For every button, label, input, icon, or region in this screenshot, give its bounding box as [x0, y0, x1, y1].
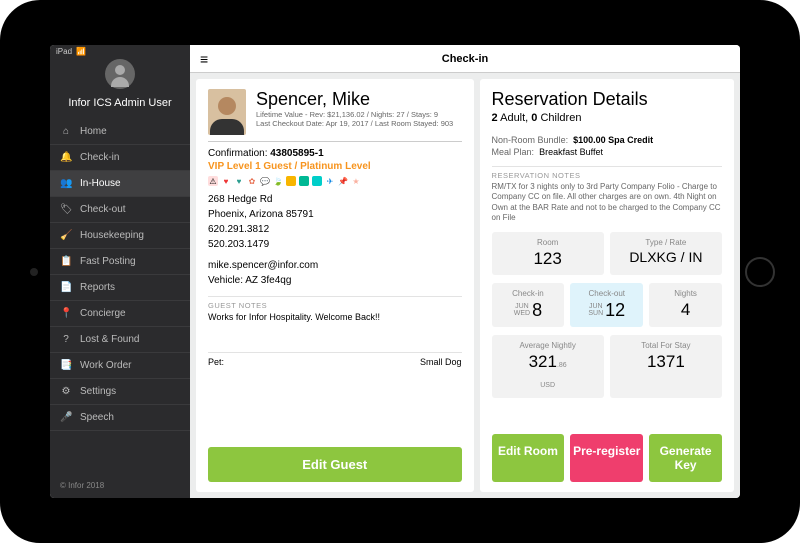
sidebar-item-workorder[interactable]: 📑 Work Order: [50, 353, 190, 379]
sidebar-item-label: Lost & Found: [80, 334, 139, 345]
tile-rate[interactable]: Type / Rate DLXKG / IN: [610, 232, 722, 275]
topbar: ≡ Check-in: [190, 45, 740, 73]
pin-icon: 📍: [60, 308, 72, 319]
ipad-home-button[interactable]: [745, 257, 775, 287]
sidebar-item-label: Speech: [80, 412, 114, 423]
edit-guest-button[interactable]: Edit Guest: [208, 447, 462, 482]
user-name: Infor ICS Admin User: [50, 93, 190, 119]
question-icon: ?: [60, 334, 72, 345]
sidebar-item-settings[interactable]: ⚙ Settings: [50, 379, 190, 405]
alert-icon: ⚠: [208, 176, 218, 186]
mic-icon: 🎤: [60, 412, 72, 423]
guest-vehicle: Vehicle: AZ 3fe4qg: [208, 273, 462, 288]
home-icon: ⌂: [60, 126, 72, 137]
pet-line: Pet:Small Dog: [208, 352, 462, 371]
sidebar-item-label: Reports: [80, 282, 115, 293]
edit-room-button[interactable]: Edit Room: [492, 434, 565, 482]
sidebar-item-lostfound[interactable]: ? Lost & Found: [50, 327, 190, 353]
sidebar-item-fastposting[interactable]: 📋 Fast Posting: [50, 249, 190, 275]
chat-icon: 💬: [260, 176, 270, 186]
tile-nights[interactable]: Nights 4: [649, 283, 722, 327]
sidebar-item-label: Check-out: [80, 204, 126, 215]
menu-icon[interactable]: ≡: [200, 51, 208, 67]
plane-icon: ✈: [325, 176, 335, 186]
guest-last: Last Checkout Date: Apr 19, 2017 / Last …: [256, 119, 462, 128]
sidebar-item-housekeeping[interactable]: 🧹 Housekeeping: [50, 223, 190, 249]
sidebar-item-reports[interactable]: 📄 Reports: [50, 275, 190, 301]
tile-avg-nightly[interactable]: Average Nightly 321.86USD: [492, 335, 604, 398]
sidebar-item-checkout[interactable]: 🏷 Check-out: [50, 197, 190, 223]
sidebar-item-concierge[interactable]: 📍 Concierge: [50, 301, 190, 327]
reservation-card: Reservation Details 2 Adult, 0 Children …: [480, 79, 734, 492]
reservation-occupancy: 2 Adult, 0 Children: [492, 112, 722, 124]
guest-phone-1: 620.291.3812: [208, 222, 462, 237]
bundle-line: Non-Room Bundle: $100.00 Spa Credit: [492, 135, 722, 145]
tile-total-stay[interactable]: Total For Stay 1371: [610, 335, 722, 398]
heart-icon: ♥: [221, 176, 231, 186]
square1-icon: [286, 176, 296, 186]
sidebar-item-checkin[interactable]: 🔔 Check-in: [50, 145, 190, 171]
clipboard-icon: 📋: [60, 256, 72, 267]
user-avatar[interactable]: [105, 59, 135, 89]
square2-icon: [299, 176, 309, 186]
sheet-icon: 📑: [60, 360, 72, 371]
guest-notes-label: GUEST NOTES: [208, 296, 462, 310]
generate-key-button[interactable]: Generate Key: [649, 434, 722, 482]
sidebar-item-speech[interactable]: 🎤 Speech: [50, 405, 190, 431]
meal-line: Meal Plan: Breakfast Buffet: [492, 147, 722, 157]
document-icon: 📄: [60, 282, 72, 293]
tile-checkout[interactable]: Check-out JUNSUN 12: [570, 283, 643, 327]
sidebar: Infor ICS Admin User ⌂ Home 🔔 Check-in 👥…: [50, 45, 190, 498]
pre-register-button[interactable]: Pre-register: [570, 434, 643, 482]
sidebar-item-inhouse[interactable]: 👥 In-House: [50, 171, 190, 197]
sidebar-item-label: Concierge: [80, 308, 126, 319]
sidebar-item-label: Work Order: [80, 360, 132, 371]
heart2-icon: ♥: [234, 176, 244, 186]
reservation-title: Reservation Details: [492, 89, 722, 110]
guest-address-1: 268 Hedge Rd: [208, 192, 462, 207]
sidebar-item-label: Fast Posting: [80, 256, 136, 267]
guest-photo: [208, 89, 246, 135]
guest-phone-2: 520.203.1479: [208, 237, 462, 252]
leaf-icon: 🍃: [273, 176, 283, 186]
guest-card: Spencer, Mike Lifetime Value - Rev: $21,…: [196, 79, 474, 492]
guest-email: mike.spencer@infor.com: [208, 258, 462, 273]
guest-address-2: Phoenix, Arizona 85791: [208, 207, 462, 222]
sidebar-footer: © Infor 2018: [50, 473, 190, 498]
guest-name: Spencer, Mike: [256, 89, 462, 110]
flame-icon: ✿: [247, 176, 257, 186]
guest-lifetime: Lifetime Value - Rev: $21,136.02 / Night…: [256, 110, 462, 119]
guest-badges: ⚠ ♥ ♥ ✿ 💬 🍃 ✈ 📌 ★: [208, 176, 462, 186]
square3-icon: [312, 176, 322, 186]
gear-icon: ⚙: [60, 386, 72, 397]
tag-icon: 🏷: [60, 204, 72, 215]
sidebar-item-label: In-House: [80, 178, 121, 189]
people-icon: 👥: [60, 178, 72, 189]
sidebar-item-label: Check-in: [80, 152, 119, 163]
page-title: Check-in: [442, 53, 488, 65]
guest-notes: Works for Infor Hospitality. Welcome Bac…: [208, 312, 462, 352]
confirmation-line: Confirmation: 43805895-1: [208, 148, 462, 159]
sidebar-item-label: Housekeeping: [80, 230, 144, 241]
sidebar-item-label: Settings: [80, 386, 116, 397]
tile-room[interactable]: Room 123: [492, 232, 604, 275]
misc1-icon: ★: [351, 176, 361, 186]
sidebar-item-label: Home: [80, 126, 107, 137]
status-bar: iPad📶: [56, 47, 90, 56]
sidebar-item-home[interactable]: ⌂ Home: [50, 119, 190, 145]
res-notes-label: RESERVATION NOTES: [492, 166, 722, 180]
bell-icon: 🔔: [60, 152, 72, 163]
res-notes: RM/TX for 3 nights only to 3rd Party Com…: [492, 182, 722, 224]
tile-checkin[interactable]: Check-in JUNWED 8: [492, 283, 565, 327]
broom-icon: 🧹: [60, 230, 72, 241]
pin2-icon: 📌: [338, 176, 348, 186]
vip-status: VIP Level 1 Guest / Platinum Level: [208, 161, 462, 172]
